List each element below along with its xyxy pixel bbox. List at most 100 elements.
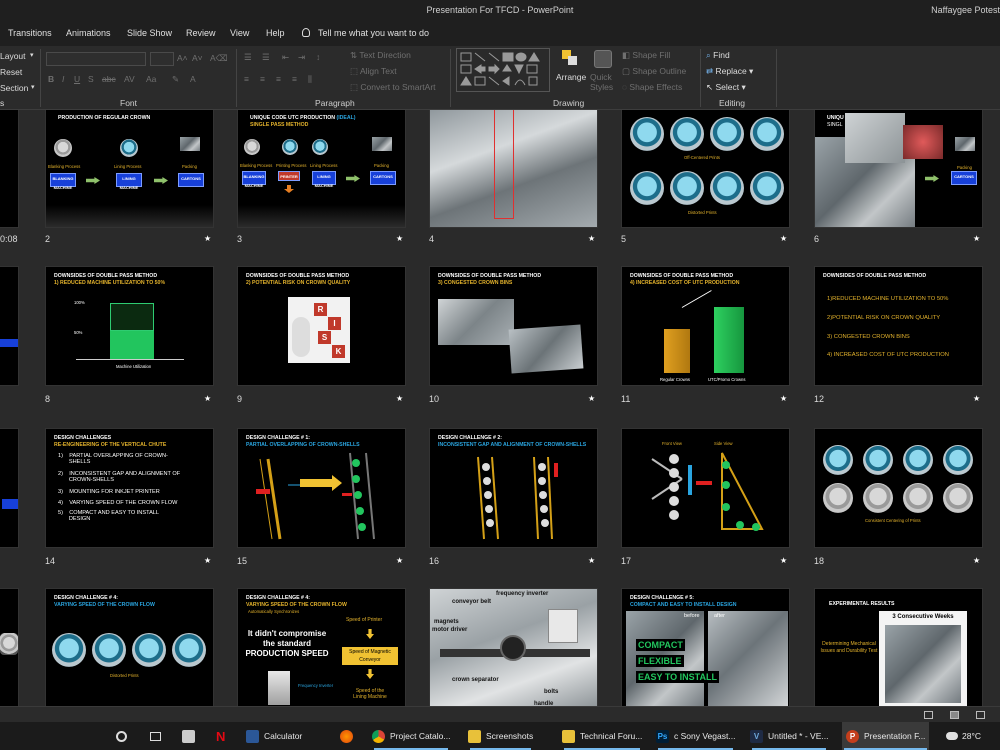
replace-button[interactable]: ⇄ Replace ▾	[706, 66, 753, 77]
tab-slide-show[interactable]: Slide Show	[127, 28, 172, 38]
slide-thumbnail-13[interactable]	[0, 428, 19, 548]
transition-star-icon[interactable]: ★	[396, 394, 403, 403]
slide-thumbnail-15[interactable]: DESIGN CHALLENGE # 1: PARTIAL OVERLAPPIN…	[237, 428, 406, 548]
columns-icon[interactable]: ⫼	[308, 74, 312, 85]
transition-star-icon[interactable]: ★	[588, 234, 595, 243]
line-spacing-icon[interactable]: ↕	[316, 52, 320, 62]
cortana-icon[interactable]	[116, 722, 127, 750]
taskbar-app-chrome[interactable]: Project Catalo...	[372, 722, 450, 750]
slide-thumbnail-21[interactable]: DESIGN CHALLENGE # 4: VARYING SPEED OF T…	[237, 588, 406, 706]
bullets-icon[interactable]: ☰	[244, 52, 252, 63]
slide-thumbnail-20[interactable]: DESIGN CHALLENGE # 4: VARYING SPEED OF T…	[45, 588, 214, 706]
decrease-indent-icon[interactable]: ⇤	[282, 52, 289, 63]
tab-help[interactable]: Help	[266, 28, 285, 38]
slide-thumbnail-5[interactable]: Off-Centered Prints Distorted Prints	[621, 110, 790, 228]
align-text-button[interactable]: ⬚ Align Text	[350, 66, 397, 77]
shape-effects-button[interactable]: ◌ Shape Effects	[622, 82, 682, 92]
slide-thumbnail-10[interactable]: DOWNSIDES OF DOUBLE PASS METHOD 3) CONGE…	[429, 266, 598, 386]
store-icon[interactable]	[182, 722, 200, 750]
normal-view-icon[interactable]	[924, 711, 933, 719]
clear-format-icon[interactable]: A⌫	[210, 53, 228, 64]
slide-thumbnail-1[interactable]	[0, 110, 19, 228]
slide-thumbnail-16[interactable]: DESIGN CHALLENGE # 2: INCONSISTENT GAP A…	[429, 428, 598, 548]
firefox-icon[interactable]	[340, 722, 358, 750]
font-name-field[interactable]	[46, 52, 146, 66]
weather-widget[interactable]: 28°C	[946, 722, 981, 750]
taskbar-app-screenshots[interactable]: Screenshots	[468, 722, 533, 750]
transition-star-icon[interactable]: ★	[973, 394, 980, 403]
align-right-icon[interactable]: ≡	[276, 74, 281, 84]
slide-thumbnail-11[interactable]: DOWNSIDES OF DOUBLE PASS METHOD 4) INCRE…	[621, 266, 790, 386]
transition-star-icon[interactable]: ★	[588, 394, 595, 403]
transition-star-icon[interactable]: ★	[780, 234, 787, 243]
taskbar-app-technical-forum[interactable]: Technical Foru...	[562, 722, 642, 750]
shapes-gallery[interactable]	[456, 48, 550, 92]
align-center-icon[interactable]: ≡	[260, 74, 265, 84]
numbering-icon[interactable]: ☰	[262, 52, 270, 63]
reset-button[interactable]: Reset	[0, 67, 22, 77]
section-button[interactable]: Section	[0, 83, 28, 93]
char-spacing-icon[interactable]: AV	[124, 74, 135, 84]
italic-icon[interactable]: I	[62, 74, 64, 84]
quick-styles-button[interactable]: Quick Styles	[590, 48, 620, 94]
task-view-icon[interactable]	[150, 722, 161, 750]
slide-thumbnail-17[interactable]: Front View Side View	[621, 428, 790, 548]
font-size-field[interactable]	[150, 52, 174, 66]
slide-thumbnail-4[interactable]	[429, 110, 598, 228]
slide-thumbnail-14[interactable]: DESIGN CHALLENGES RE-ENGINEERING OF THE …	[45, 428, 214, 548]
transition-star-icon[interactable]: ★	[780, 394, 787, 403]
select-button[interactable]: ↖ Select ▾	[706, 82, 746, 93]
tab-view[interactable]: View	[230, 28, 249, 38]
transition-star-icon[interactable]: ★	[204, 556, 211, 565]
increase-indent-icon[interactable]: ⇥	[298, 52, 305, 63]
taskbar-app-calculator[interactable]: Calculator	[246, 722, 302, 750]
slide-thumbnail-2[interactable]: PRODUCTION OF REGULAR CROWN Blanking Pro…	[45, 110, 214, 228]
slide-thumbnail-24[interactable]: EXPERIMENTAL RESULTS Determining Mechani…	[814, 588, 983, 706]
slide-thumbnail-3[interactable]: UNIQUE CODE UTC PRODUCTION (IDEAL) SINGL…	[237, 110, 406, 228]
slide-thumbnail-23[interactable]: DESIGN CHALLENGE # 5: COMPACT AND EASY T…	[621, 588, 790, 706]
transition-star-icon[interactable]: ★	[973, 234, 980, 243]
section-dropdown-icon[interactable]: ▾	[31, 83, 35, 91]
slide-thumbnail-9[interactable]: DOWNSIDES OF DOUBLE PASS METHOD 2) POTEN…	[237, 266, 406, 386]
shadow-icon[interactable]: S	[88, 74, 94, 84]
slide-thumbnail-7[interactable]	[0, 266, 19, 386]
layout-dropdown-icon[interactable]: ▾	[30, 51, 34, 59]
taskbar-app-photoshop[interactable]: Ps c Sony Vegast...	[656, 722, 735, 750]
transition-star-icon[interactable]: ★	[396, 234, 403, 243]
font-grow-icon[interactable]: A˄	[177, 53, 188, 63]
slide-thumbnail-12[interactable]: DOWNSIDES OF DOUBLE PASS METHOD 1)REDUCE…	[814, 266, 983, 386]
transition-star-icon[interactable]: ★	[396, 556, 403, 565]
strikethrough-icon[interactable]: abc	[102, 74, 116, 84]
tab-review[interactable]: Review	[186, 28, 216, 38]
arrange-button[interactable]: Arrange	[556, 48, 586, 94]
slide-thumbnail-19[interactable]	[0, 588, 19, 706]
tab-transitions[interactable]: Transitions	[8, 28, 52, 38]
change-case-icon[interactable]: Aa	[146, 74, 156, 84]
transition-star-icon[interactable]: ★	[973, 556, 980, 565]
font-shrink-icon[interactable]: A˅	[192, 53, 203, 63]
convert-smartart-button[interactable]: ⬚ Convert to SmartArt	[350, 82, 436, 93]
highlight-icon[interactable]: ✎	[172, 74, 179, 85]
netflix-icon[interactable]: N	[216, 722, 225, 750]
slide-thumbnail-8[interactable]: DOWNSIDES OF DOUBLE PASS METHOD 1) REDUC…	[45, 266, 214, 386]
font-color-icon[interactable]: A	[190, 74, 196, 84]
transition-star-icon[interactable]: ★	[588, 556, 595, 565]
layout-button[interactable]: Layout	[0, 51, 26, 61]
tell-me-search[interactable]: Tell me what you want to do	[302, 28, 429, 38]
slide-thumbnail-22[interactable]: conveyor belt frequency inverter magnets…	[429, 588, 598, 706]
underline-icon[interactable]: U	[74, 74, 80, 84]
transition-star-icon[interactable]: ★	[204, 394, 211, 403]
taskbar-app-powerpoint[interactable]: P Presentation F...	[842, 722, 930, 750]
find-button[interactable]: ⌕ Find	[706, 50, 730, 61]
reading-view-icon[interactable]	[976, 711, 985, 719]
taskbar-app-vegas[interactable]: V Untitled * - VE...	[750, 722, 828, 750]
tab-animations[interactable]: Animations	[66, 28, 111, 38]
justify-icon[interactable]: ≡	[292, 74, 297, 84]
user-name[interactable]: Naffaygee Potest	[931, 5, 1000, 15]
slide-thumbnail-6[interactable]: UNIQU SINGL Packing CARTONS	[814, 110, 983, 228]
bold-icon[interactable]: B	[48, 74, 54, 84]
shape-fill-button[interactable]: ◧ Shape Fill	[622, 50, 670, 61]
transition-star-icon[interactable]: ★	[204, 234, 211, 243]
text-direction-button[interactable]: ⇅ Text Direction	[350, 50, 411, 61]
slide-sorter-view-icon[interactable]	[950, 711, 959, 719]
